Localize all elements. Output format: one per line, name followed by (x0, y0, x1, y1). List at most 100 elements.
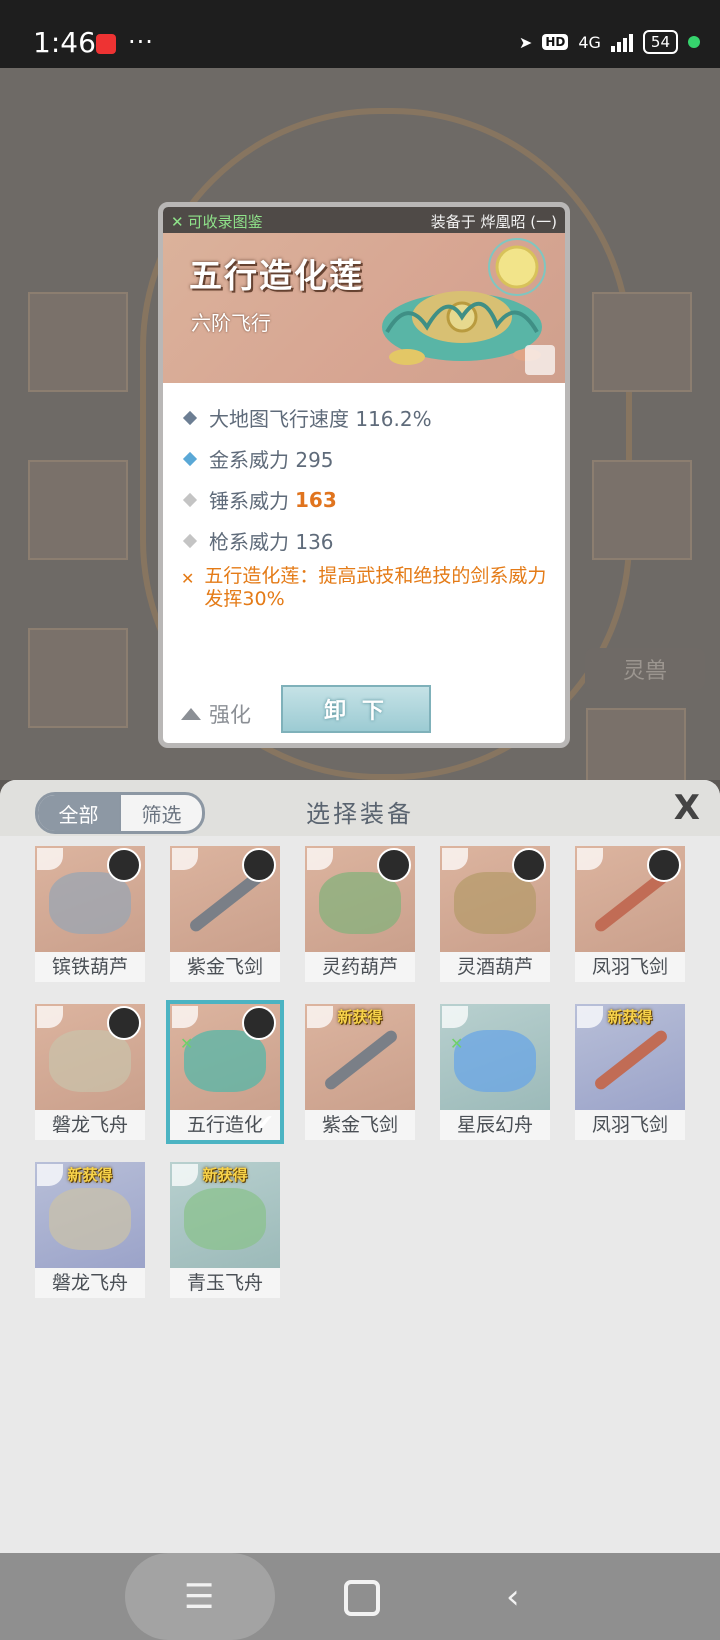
panel-title: 选择装备 (306, 800, 414, 828)
equipment-image: 新获得 (35, 1162, 145, 1268)
item-artwork (184, 1188, 266, 1250)
stat-highlight: 163 (295, 487, 337, 512)
new-badge: 新获得 (67, 1166, 113, 1184)
equipment-image (575, 846, 685, 952)
close-button[interactable]: X (674, 788, 700, 828)
equipment-image: 新获得 (170, 1162, 280, 1268)
wing-icon (577, 848, 603, 870)
equipment-image: ✕ (440, 1004, 550, 1110)
equipment-image: 新获得 (305, 1004, 415, 1110)
equipment-image (35, 846, 145, 952)
equipment-image (170, 846, 280, 952)
equipment-name: 磐龙飞舟 (51, 1114, 128, 1136)
wing-icon (37, 1006, 63, 1028)
collect-icon: ✕ (180, 1034, 194, 1053)
equipment-slot (586, 708, 686, 780)
equipment-tile[interactable]: 镔铁葫芦 (35, 846, 145, 982)
equipment-slot (28, 460, 128, 560)
equipment-name: 星辰幻舟 (456, 1114, 533, 1136)
owner-avatar (377, 848, 411, 882)
app-notification-icon (96, 34, 116, 54)
back-icon[interactable]: ‹ (506, 1577, 520, 1617)
equipment-slot (28, 628, 128, 728)
collectible-indicator: ✕ 可收录图鉴 (171, 211, 263, 232)
new-badge: 新获得 (337, 1008, 383, 1026)
stat-label: 枪系威力 136 (209, 530, 334, 554)
equipment-tile[interactable]: ✕ 星辰幻舟 (440, 1004, 550, 1140)
stat-row: 枪系威力 136 (181, 520, 547, 561)
skill-text: 五行造化莲：提高武技和绝技的剑系威力发挥30% (204, 565, 547, 610)
wing-icon (442, 1006, 468, 1028)
collect-icon: ✕ (171, 212, 184, 231)
wing-icon (172, 1006, 198, 1028)
stat-row: 金系威力 295 (181, 438, 547, 479)
equipment-image (35, 1004, 145, 1110)
equipped-by-label: 装备于 烨凰昭 (一) (430, 213, 557, 231)
item-banner: 五行造化莲 六阶飞行 (163, 233, 565, 383)
wing-icon (442, 848, 468, 870)
equipment-tile[interactable]: 凤羽飞剑 (575, 846, 685, 982)
equipment-tile[interactable]: 灵药葫芦 (305, 846, 415, 982)
item-artwork (454, 1030, 536, 1092)
skill-icon: ✕ (181, 569, 195, 588)
green-dot-icon (688, 36, 700, 48)
panel-header: 全部 筛选 选择装备 X (0, 780, 720, 836)
owner-avatar (107, 848, 141, 882)
equipment-name: 凤羽飞剑 (591, 956, 668, 978)
equipment-image: ✕ (170, 1004, 280, 1110)
item-title: 五行造化莲 (189, 256, 364, 295)
collect-label: 可收录图鉴 (187, 213, 263, 231)
equipment-tile[interactable]: 新获得 磐龙飞舟 (35, 1162, 145, 1298)
equipment-slot (28, 292, 128, 392)
enhance-label: 强化 (209, 703, 251, 727)
stat-row: 大地图飞行速度 116.2% (181, 397, 547, 438)
diamond-icon (182, 451, 198, 466)
owner-avatar (242, 848, 276, 882)
stat-label: 金系威力 295 (209, 448, 334, 472)
collect-icon: ✕ (450, 1034, 464, 1053)
equipment-tile[interactable]: 紫金飞剑 (170, 846, 280, 982)
stats-list: 大地图飞行速度 116.2% 金系威力 295 锤系威力 163 枪系威力 13… (163, 383, 565, 611)
equipment-tile[interactable]: ✕ 五行造化 ✔ (166, 1000, 284, 1144)
equipment-name: 紫金飞剑 (321, 1114, 398, 1136)
card-footer: 强化 卸 下 (163, 677, 565, 743)
stat-label: 大地图飞行速度 116.2% (209, 407, 432, 431)
equipment-tile[interactable]: 磐龙飞舟 (35, 1004, 145, 1140)
equipment-tile[interactable]: 新获得 青玉飞舟 (170, 1162, 280, 1298)
equipment-tile[interactable]: 新获得 凤羽飞剑 (575, 1004, 685, 1140)
new-badge: 新获得 (202, 1166, 248, 1184)
equipment-image (440, 846, 550, 952)
equipment-tile[interactable]: 灵酒葫芦 (440, 846, 550, 982)
menu-icon[interactable]: ☰ (184, 1577, 214, 1617)
equipment-name: 青玉飞舟 (186, 1272, 263, 1294)
equipment-name: 镔铁葫芦 (51, 956, 128, 978)
item-artwork (49, 1188, 131, 1250)
equipment-name: 灵药葫芦 (321, 956, 398, 978)
lock-icon[interactable] (525, 345, 555, 375)
owner-avatar (512, 848, 546, 882)
equipment-name: 磐龙飞舟 (51, 1272, 128, 1294)
equipment-image: 新获得 (575, 1004, 685, 1110)
equipment-slot (592, 460, 692, 560)
clock: 1:46 (33, 26, 96, 59)
equipment-image (305, 846, 415, 952)
stat-row: 锤系威力 163 (181, 479, 547, 520)
battery-icon: 54 (642, 30, 678, 54)
wing-icon (37, 848, 63, 870)
spirit-beast-tab: 灵兽 (585, 648, 705, 690)
signal-icon (610, 32, 633, 52)
equipment-slot (592, 292, 692, 392)
home-icon[interactable] (344, 1580, 380, 1616)
diamond-icon (182, 410, 198, 425)
more-notifications-icon: ··· (128, 28, 154, 56)
owner-avatar (107, 1006, 141, 1040)
wing-icon (307, 848, 333, 870)
equipment-tile[interactable]: 新获得 紫金飞剑 (305, 1004, 415, 1140)
unequip-button[interactable]: 卸 下 (281, 685, 431, 733)
equipment-name: 灵酒葫芦 (456, 956, 533, 978)
sword-artwork (592, 1028, 670, 1092)
skill-description: ✕ 五行造化莲：提高武技和绝技的剑系威力发挥30% (181, 565, 547, 611)
equipment-name: 凤羽飞剑 (591, 1114, 668, 1136)
enhance-button[interactable]: 强化 (181, 699, 251, 729)
sword-artwork (322, 1028, 400, 1092)
